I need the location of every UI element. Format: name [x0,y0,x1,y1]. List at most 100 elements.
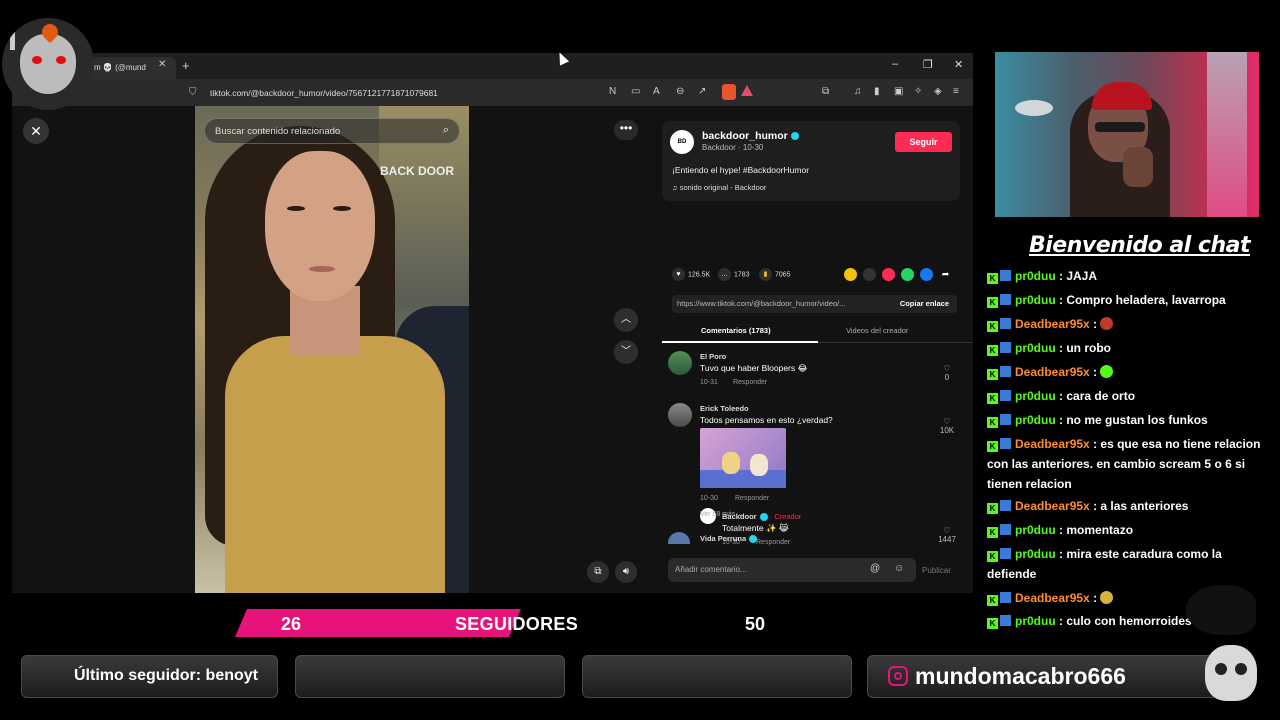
coin-icon[interactable] [844,268,857,281]
video-player[interactable]: BACK DOOR Buscar contenido relacionado ⌕ [195,106,469,593]
sub-badge-icon [1000,390,1011,401]
author-username[interactable]: backdoor_humor [702,130,799,142]
kick-badge-icon: K [987,393,998,404]
chat-message: Kpr0duu : cara de orto [987,386,1272,406]
tab-creator-videos[interactable]: Videos del creador [846,326,908,335]
leo-icon[interactable]: ✧ [914,86,922,97]
previous-video-button[interactable]: ︿ [614,308,638,332]
kick-badge-icon: K [987,441,998,452]
tab-bar: m 💀 (@mund ✕ + – ❐ ✕ [12,53,973,79]
new-tab-button[interactable]: + [182,58,190,73]
comment-like-button[interactable]: ♡ 0 [932,364,962,382]
save-button[interactable]: ▮ 7065 [759,268,791,281]
reply-button[interactable]: Responder [733,379,767,386]
brave-rewards-icon[interactable] [741,85,753,96]
comment-like-button[interactable]: ♡ 10K [932,417,962,435]
sub-badge-icon [1000,414,1011,425]
kick-badge-icon: K [987,297,998,308]
comment-input-placeholder: Añadir comentario... [675,565,747,574]
chat-panel: Kpr0duu : JAJA Kpr0duu : Compro heladera… [987,268,1272,633]
comment-like-button[interactable]: ♡ 1447 [932,526,962,544]
chat-message: Kpr0duu : JAJA [987,268,1272,286]
close-video-button[interactable]: ✕ [23,118,49,144]
comment-avatar[interactable] [668,351,692,375]
reader-mode-icon[interactable]: N [609,86,616,97]
sub-badge-icon [1000,548,1011,559]
sub-badge-icon [1000,366,1011,377]
embed-icon[interactable] [863,268,876,281]
emote-icon [1100,365,1114,378]
instagram-handle: mundomacabro666 [915,663,1126,689]
minimize-button[interactable]: – [892,58,898,70]
follow-button[interactable]: Seguir [895,132,952,152]
overlay-box-empty [582,655,852,698]
whatsapp-icon[interactable] [901,268,914,281]
post-link-field[interactable]: https://www.tiktok.com/@backdoor_humor/v… [672,295,957,313]
related-search-input[interactable]: Buscar contenido relacionado ⌕ [204,118,460,144]
media-icon[interactable]: ♫ [854,86,862,97]
cast-icon[interactable]: ▭ [631,86,640,97]
tab-close-icon[interactable]: ✕ [158,59,166,70]
tab-title: m 💀 (@mund [94,63,146,72]
comment-button[interactable]: … 1783 [718,268,750,281]
comment-avatar[interactable] [668,403,692,427]
comment-input[interactable]: Añadir comentario... @ ☺ [668,558,916,582]
video-watermark: BACK DOOR [380,164,454,178]
emote-icon [1100,591,1114,604]
post-panel: BD backdoor_humor Backdoor · 10-30 Segui… [650,106,973,593]
chat-message: Kpr0duu : Compro heladera, lavarropa [987,290,1272,310]
chat-message: K Deadbear95x : a las anteriores [987,496,1272,516]
reply-text: Totalmente ✨ 😹 [722,523,789,533]
post-stats: ♥ 126.5K … 1783 ▮ 7065 ➦ [672,268,962,282]
emoji-icon[interactable]: ☺ [894,563,904,574]
tab-comments[interactable]: Comentarios (1783) [701,326,771,335]
sub-badge-icon [1000,592,1011,603]
more-options-button[interactable]: ••• [614,120,638,140]
pip-icon[interactable]: ⧉ [587,561,609,583]
repost-icon[interactable] [882,268,895,281]
share-more-icon[interactable]: ➦ [939,268,952,281]
reply-button[interactable]: Responder [735,495,769,502]
sub-badge-icon [1000,270,1011,281]
volume-icon[interactable]: 🔊︎ [615,561,637,583]
tab-search-icon[interactable]: ⧉ [822,86,829,97]
url-field[interactable]: ⛉ tiktok.com/@backdoor_humor/video/75671… [184,84,754,102]
like-button[interactable]: ♥ 126.5K [672,268,710,281]
kick-badge-icon: K [987,618,998,629]
close-window-button[interactable]: ✕ [954,58,963,71]
copy-link-button[interactable]: Copiar enlace [900,299,949,308]
sidebar-icon[interactable]: ▮ [874,86,880,97]
reply-button[interactable]: Responder [756,539,790,546]
publish-button[interactable]: Publicar [922,566,951,575]
see-more-replies[interactable]: Ver 68 más ⌄ [700,510,743,518]
zoom-icon[interactable]: ⊖ [676,86,684,97]
comment-author[interactable]: El Poro [700,352,726,361]
kick-badge-icon: K [987,417,998,428]
kick-badge-icon: K [987,321,998,332]
translate-icon[interactable]: A [653,86,660,97]
menu-icon[interactable]: ≡ [953,86,959,97]
search-icon[interactable]: ⌕ [443,124,449,137]
next-video-button[interactable]: ﹀ [614,340,638,364]
comment-icon: … [718,268,731,281]
skull-decoration [1205,645,1257,701]
instagram-icon [888,666,908,686]
kick-badge-icon: K [987,551,998,562]
comment-gif-image[interactable] [700,428,786,488]
raven-decoration [1186,585,1256,635]
mention-icon[interactable]: @ [870,563,880,574]
brave-shields-icon[interactable] [722,84,736,100]
author-avatar[interactable]: BD [670,130,694,154]
vpn-icon[interactable]: ◈ [934,86,942,97]
facebook-icon[interactable] [920,268,933,281]
share-icon[interactable]: ↗ [698,86,706,97]
overlay-box-empty [295,655,565,698]
heart-icon: ♥ [672,268,685,281]
wallet-icon[interactable]: ▣ [894,86,903,97]
bookmark-icon[interactable]: ⛉ [189,87,197,98]
related-search-placeholder: Buscar contenido relacionado [215,126,341,137]
post-sound[interactable]: ♫ sonido original - Backdoor [672,183,766,192]
comment-author[interactable]: Vida Perruna [700,534,758,544]
comment-author[interactable]: Erick Toleedo [700,404,749,413]
restore-button[interactable]: ❐ [923,58,933,71]
